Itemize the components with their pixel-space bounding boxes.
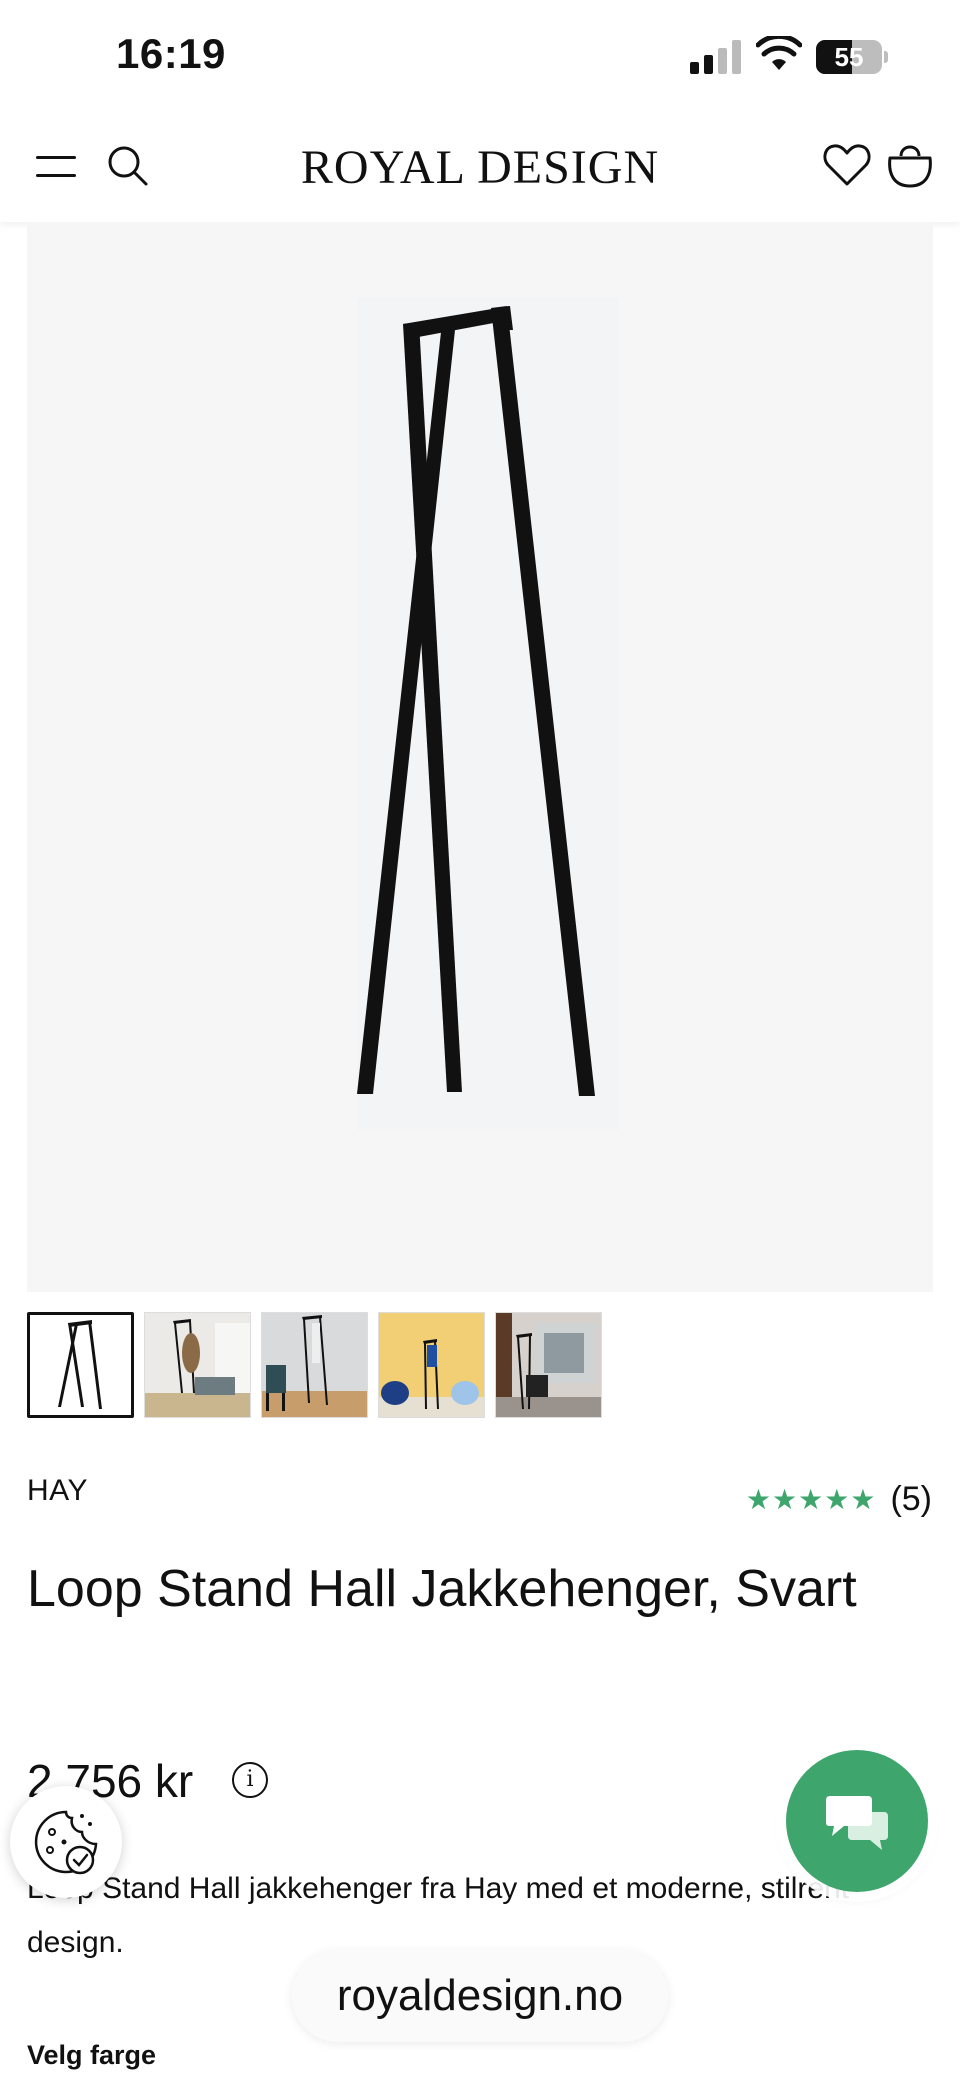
status-bar: 16:19 55 (0, 0, 960, 110)
wifi-icon (756, 36, 802, 70)
heart-icon[interactable] (822, 140, 872, 190)
brand-logo[interactable]: ROYAL DESIGN (0, 140, 960, 195)
product-title: Loop Stand Hall Jakkehenger, Svart (27, 1560, 857, 1618)
product-brand[interactable]: HAY (27, 1474, 88, 1508)
product-main-image[interactable] (27, 222, 933, 1292)
thumbnail-2[interactable] (144, 1312, 251, 1418)
status-time: 16:19 (116, 30, 226, 77)
coat-stand-image (357, 298, 619, 1130)
info-icon[interactable]: i (232, 1762, 268, 1798)
cookie-icon (34, 1810, 98, 1875)
thumbnail-3[interactable] (261, 1312, 368, 1418)
rating-count: (5) (890, 1480, 932, 1518)
thumbnail-4[interactable] (378, 1312, 485, 1418)
rating-stars: ★★★★★ (745, 1484, 877, 1515)
browser-url[interactable]: royaldesign.no (292, 1950, 668, 2042)
chat-icon (826, 1796, 888, 1850)
cookie-settings-button[interactable] (10, 1786, 122, 1898)
bag-icon[interactable] (886, 138, 934, 190)
thumbnail-strip (27, 1312, 602, 1420)
choose-color-label: Velg farge (27, 2040, 157, 2070)
thumbnail-1[interactable] (27, 1312, 134, 1418)
site-header: ROYAL DESIGN (0, 110, 960, 222)
battery-level: 55 (834, 42, 864, 72)
battery-icon: 55 (816, 40, 888, 74)
signal-icon (690, 40, 741, 74)
chat-button[interactable] (786, 1750, 928, 1892)
product-rating[interactable]: ★★★★★ (5) (746, 1480, 932, 1519)
thumbnail-5[interactable] (495, 1312, 602, 1418)
